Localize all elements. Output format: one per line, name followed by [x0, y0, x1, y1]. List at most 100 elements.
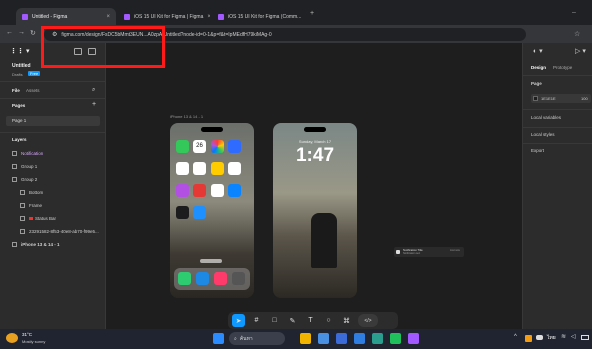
tray-app-icon[interactable]: [525, 335, 532, 342]
pen-tool-icon[interactable]: ✎: [286, 314, 299, 327]
add-page-icon[interactable]: +: [92, 101, 96, 108]
frame-tool-icon[interactable]: #: [250, 314, 263, 327]
status-bar-swatch-icon: [29, 216, 33, 220]
frame-icon: [12, 241, 17, 247]
group-icon: [12, 150, 17, 156]
drafts-label[interactable]: Drafts: [12, 72, 23, 77]
battery-icon[interactable]: [581, 335, 589, 340]
shape-tool-icon[interactable]: □: [268, 314, 281, 327]
comment-tool-icon[interactable]: ○: [322, 314, 335, 327]
present-icon[interactable]: ▷ ▾: [575, 47, 586, 55]
facetime-app-icon[interactable]: [176, 140, 189, 153]
wifi-icon[interactable]: ≋: [561, 333, 566, 340]
tab-untitled-figma[interactable]: Untitled - Figma ×: [16, 8, 116, 25]
move-tool-icon[interactable]: ➤: [232, 314, 245, 327]
weather-text[interactable]: Mostly sunny: [22, 339, 45, 344]
bookmark-star-icon[interactable]: ☆: [574, 30, 580, 38]
tab-ios-kit[interactable]: iOS 15 UI Kit for Figma | Figma ×: [118, 8, 210, 25]
widgets-icon[interactable]: [300, 333, 311, 344]
iphone-frame-home[interactable]: 26: [170, 123, 254, 298]
tab-label: iOS 15 UI Kit for Figma | Figma: [134, 13, 204, 20]
weather-icon[interactable]: [6, 333, 18, 343]
layer-row[interactable]: Frame: [0, 200, 106, 210]
onedrive-icon[interactable]: [536, 335, 543, 340]
close-tab-icon[interactable]: ×: [207, 14, 210, 20]
forward-icon[interactable]: →: [18, 29, 25, 36]
tab-ios-kit-community[interactable]: iOS 15 UI Kit for Figma (Comm... ×: [212, 8, 304, 25]
color-swatch-icon[interactable]: [533, 96, 538, 101]
taskbar-search[interactable]: ⌕ ค้นหา: [229, 332, 285, 345]
layer-row[interactable]: Status Bar: [0, 213, 106, 223]
layer-label: Group 1: [21, 163, 38, 169]
notification-component[interactable]: Notification Title Notification text Jus…: [394, 247, 464, 257]
back-icon[interactable]: ←: [6, 29, 13, 36]
podcasts-app-icon[interactable]: [176, 184, 189, 197]
design-canvas[interactable]: iPhone 13 & 14 - 1 26 Sunday, March 17 1…: [106, 43, 522, 329]
music-app-icon[interactable]: [214, 272, 227, 285]
layer-label: Notification: [21, 150, 44, 156]
layers-panel: ⋮⋮ ▾ Untitled Drafts Free File Assets ⌕ …: [0, 43, 106, 329]
tab-prototype[interactable]: Prototype: [553, 65, 572, 70]
iphone-frame-lock[interactable]: Sunday, March 17 1:47: [273, 123, 357, 298]
reminders-app-icon[interactable]: [228, 162, 241, 175]
local-variables-link[interactable]: Local variables: [531, 115, 561, 120]
search-icon: ⌕: [234, 335, 237, 342]
reload-icon[interactable]: ↻: [30, 29, 36, 37]
clock-app-icon[interactable]: [193, 162, 206, 175]
tab-file[interactable]: File: [12, 88, 20, 93]
close-tab-icon[interactable]: ×: [106, 14, 110, 20]
layer-label: iPhone 13 & 14 - 1: [21, 241, 60, 247]
search-icon[interactable]: ⌕: [92, 87, 95, 94]
edge-icon[interactable]: [336, 333, 347, 344]
safari-app-icon[interactable]: [196, 272, 209, 285]
text-tool-icon[interactable]: T: [304, 314, 317, 327]
camera-dock-icon[interactable]: [232, 272, 245, 285]
language-indicator[interactable]: ไทย: [547, 334, 556, 342]
news-app-icon[interactable]: [193, 184, 206, 197]
layer-row[interactable]: iPhone 13 & 14 - 1: [0, 239, 106, 249]
task-view-icon[interactable]: [318, 333, 329, 344]
dev-mode-toggle-icon[interactable]: </>: [358, 314, 378, 327]
frame-label[interactable]: iPhone 13 & 14 - 1: [170, 114, 203, 119]
local-styles-link[interactable]: Local styles: [531, 132, 555, 137]
tray-chevron-icon[interactable]: ^: [514, 334, 517, 340]
calendar-app-icon[interactable]: 26: [193, 140, 206, 153]
start-icon[interactable]: [213, 333, 224, 344]
volume-icon[interactable]: ◁: [571, 333, 576, 340]
windows-taskbar: [0, 329, 592, 349]
photos-app-icon[interactable]: [211, 140, 224, 153]
layer-row[interactable]: 23291582-8f53-40e8-ab70-f99e5...: [0, 226, 106, 236]
mail-app-icon[interactable]: [176, 162, 189, 175]
export-section[interactable]: Export: [531, 148, 544, 153]
layer-row[interactable]: Group 2: [0, 174, 106, 184]
phone-app-icon[interactable]: [178, 272, 191, 285]
layer-row[interactable]: Group 1: [0, 161, 106, 171]
layer-label: Group 2: [21, 176, 38, 182]
wallet-app-icon[interactable]: [176, 206, 189, 219]
minimize-icon[interactable]: –: [572, 9, 576, 16]
health-app-icon[interactable]: [211, 184, 224, 197]
actions-tool-icon[interactable]: ⌘: [340, 314, 353, 327]
page-color-value[interactable]: 1E1E1E: [541, 96, 556, 101]
layers-heading: Layers: [12, 137, 27, 142]
files-app-icon[interactable]: [228, 184, 241, 197]
file-name[interactable]: Untitled: [12, 63, 31, 69]
figma-menu-icon[interactable]: ⋮⋮ ▾: [10, 47, 29, 55]
tab-assets[interactable]: Assets: [26, 88, 40, 93]
figma-favicon-icon: [218, 13, 224, 20]
app-store-icon[interactable]: [193, 206, 206, 219]
avatar-icon[interactable]: ◐ ▾: [533, 47, 543, 55]
store-icon[interactable]: [372, 333, 383, 344]
notes-app-icon[interactable]: [211, 162, 224, 175]
page-opacity-value[interactable]: 100: [581, 96, 588, 101]
new-tab-button[interactable]: +: [310, 10, 314, 17]
layer-row[interactable]: Bottom: [0, 187, 106, 197]
camera-app-icon[interactable]: [228, 140, 241, 153]
divider: [523, 109, 592, 110]
figma-taskbar-icon[interactable]: [408, 333, 419, 344]
chrome-icon[interactable]: [390, 333, 401, 344]
explorer-icon[interactable]: [354, 333, 365, 344]
tab-design[interactable]: Design: [531, 65, 546, 70]
weather-temp[interactable]: 31°C: [22, 332, 32, 337]
layer-row[interactable]: Notification: [0, 148, 106, 158]
